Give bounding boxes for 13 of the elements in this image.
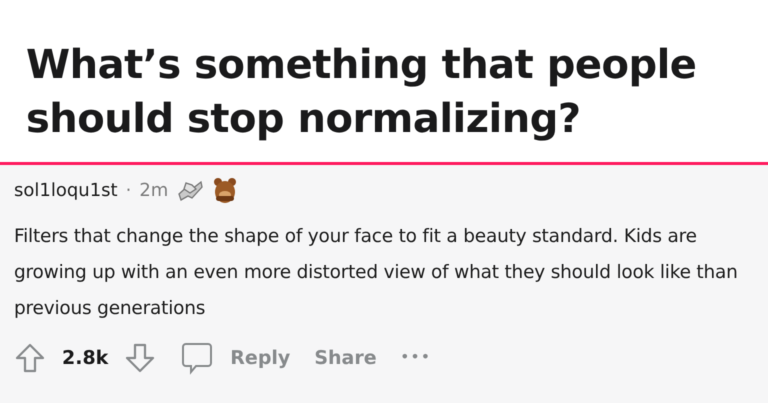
bear-award-icon [212, 176, 238, 204]
separator: · [126, 178, 132, 202]
reply-button[interactable]: Reply [180, 341, 290, 375]
comment-text: Filters that change the shape of your face to fit a beauty standard. Kids are growing up with an even more distorted view of what they should look like than previous generations [14, 225, 739, 321]
username[interactable]: sol1loqu1st [14, 176, 118, 204]
more-button[interactable]: ••• [400, 348, 432, 368]
comment-icon [180, 341, 214, 375]
share-button[interactable]: Share [314, 344, 377, 372]
timestamp: 2m [139, 178, 168, 202]
post-title: What’s something that people should stop normalizing? [26, 41, 698, 144]
vote-count: 2.8k [62, 346, 108, 371]
upvote-icon[interactable] [14, 342, 46, 374]
downvote-icon[interactable] [124, 342, 156, 374]
